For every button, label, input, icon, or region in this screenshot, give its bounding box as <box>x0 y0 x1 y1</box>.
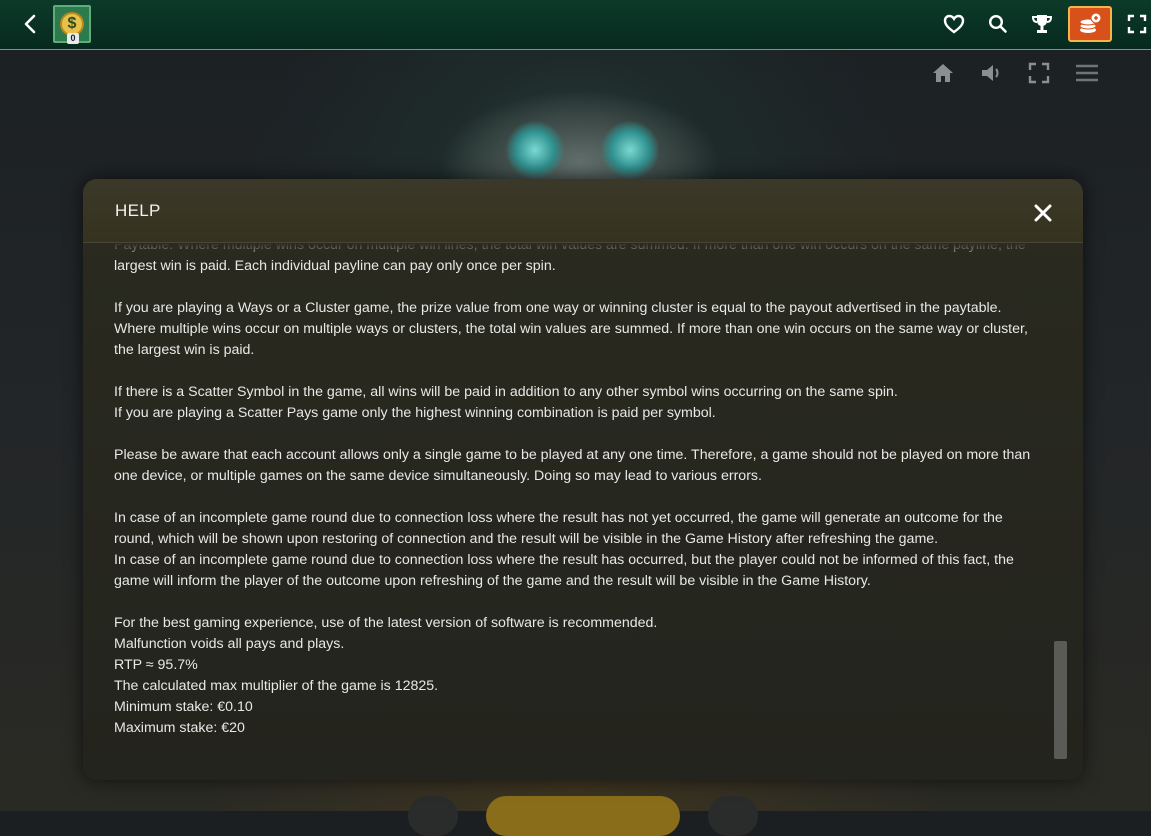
fullscreen-icon[interactable] <box>1118 0 1151 48</box>
help-paragraph: The calculated max multiplier of the gam… <box>114 678 439 694</box>
help-paragraph: For the best gaming experience, use of t… <box>114 615 658 631</box>
help-paragraph: Please be aware that each account allows… <box>114 447 1031 484</box>
help-dialog: HELP Paytable. Where multiple wins occur… <box>83 179 1083 780</box>
cashier-icon <box>1079 12 1102 33</box>
mask-eye-glow <box>600 120 660 180</box>
help-paragraph: Minimum stake: €0.10 <box>114 699 253 715</box>
heart-icon[interactable] <box>934 0 974 48</box>
logo-badge: 0 <box>67 33 79 44</box>
scrollbar-thumb[interactable] <box>1054 641 1067 759</box>
help-paragraph: If you are playing a Ways or a Cluster g… <box>114 300 1028 358</box>
game-control-right[interactable] <box>708 796 758 836</box>
help-paragraph: If you are playing a Scatter Pays game o… <box>114 405 716 421</box>
game-fullscreen-icon[interactable] <box>1024 58 1054 88</box>
spin-button[interactable] <box>486 796 680 836</box>
dialog-header: HELP <box>83 179 1083 243</box>
help-paragraph: Malfunction voids all pays and plays. <box>114 636 345 652</box>
back-icon[interactable] <box>10 0 50 48</box>
cashier-button[interactable] <box>1068 6 1112 42</box>
help-text: Paytable. Where multiple wins occur on m… <box>114 243 1044 739</box>
help-content[interactable]: Paytable. Where multiple wins occur on m… <box>83 243 1083 780</box>
logo-icon: $ 0 <box>53 5 91 44</box>
game-control-left[interactable] <box>408 796 458 836</box>
top-bar: $ 0 <box>0 0 1151 50</box>
trophy-icon[interactable] <box>1022 0 1062 48</box>
site-logo[interactable]: $ 0 <box>52 0 92 48</box>
help-paragraph: In case of an incomplete game round due … <box>114 510 1003 547</box>
help-paragraph: If there is a Scatter Symbol in the game… <box>114 384 898 400</box>
search-icon[interactable] <box>978 0 1018 48</box>
home-icon[interactable] <box>928 58 958 88</box>
dialog-title: HELP <box>115 201 161 220</box>
sound-icon[interactable] <box>976 58 1006 88</box>
help-paragraph: RTP ≈ 95.7% <box>114 657 198 673</box>
close-button[interactable] <box>1031 201 1055 225</box>
game-toolbar <box>0 58 1151 88</box>
close-icon <box>1034 204 1052 222</box>
scroll-fade <box>83 243 1083 261</box>
menu-icon[interactable] <box>1072 58 1102 88</box>
mask-eye-glow <box>505 120 565 180</box>
help-paragraph: Maximum stake: €20 <box>114 720 245 736</box>
help-paragraph: In case of an incomplete game round due … <box>114 552 1014 589</box>
